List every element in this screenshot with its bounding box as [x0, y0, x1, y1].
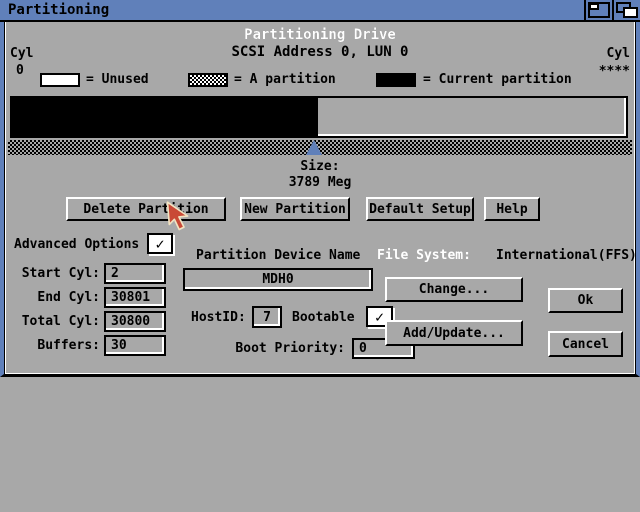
dialog-title-white: Partitioning Drive — [0, 27, 640, 43]
advanced-options-checkmark-icon: ✓ — [155, 235, 164, 253]
advanced-options-checkbox[interactable]: ✓ — [147, 233, 173, 254]
total-cyl-label: Total Cyl: — [0, 314, 100, 329]
buffers-input[interactable]: 30 — [104, 335, 166, 356]
titlebar[interactable]: Partitioning — [0, 0, 640, 22]
mouse-pointer-icon — [166, 201, 196, 234]
cyl-left-label: Cyl — [10, 46, 33, 61]
add-update-button[interactable]: Add/Update... — [385, 320, 523, 346]
advanced-options-label: Advanced Options — [14, 237, 139, 252]
depth-gadget[interactable] — [612, 0, 640, 20]
current-partition-swatch — [376, 73, 416, 87]
device-name-label: Partition Device Name — [196, 248, 360, 263]
hostid-label: HostID: — [191, 310, 246, 325]
depth-icon — [616, 2, 638, 18]
boot-priority-label: Boot Priority: — [160, 341, 345, 356]
cylinder-slider-handle[interactable] — [306, 140, 322, 155]
total-cyl-input[interactable]: 30800 — [104, 311, 166, 332]
file-system-label: File System: — [377, 248, 471, 263]
bootable-checkmark-icon: ✓ — [375, 308, 384, 326]
partition-bar[interactable] — [10, 96, 628, 138]
end-cyl-input[interactable]: 30801 — [104, 287, 166, 308]
cyl-right-label: Cyl — [560, 46, 630, 61]
new-partition-button[interactable]: New Partition — [240, 197, 350, 221]
unused-legend-label: = Unused — [86, 72, 149, 87]
help-button[interactable]: Help — [484, 197, 540, 221]
end-cyl-label: End Cyl: — [0, 290, 100, 305]
device-name-input[interactable]: MDH0 — [183, 268, 373, 291]
partition-swatch — [188, 73, 228, 87]
start-cyl-input[interactable]: 2 — [104, 263, 166, 284]
dialog-subtitle: SCSI Address 0, LUN 0 — [0, 44, 640, 60]
workbench-screen: { "colors": { "titlebar_blue": "#6080ba"… — [0, 0, 640, 512]
delete-partition-button[interactable]: Delete Partition — [66, 197, 226, 221]
size-value: 3789 Meg — [0, 175, 640, 190]
cyl-left-value: 0 — [16, 63, 24, 78]
zoom-icon — [588, 2, 610, 18]
unused-swatch — [40, 73, 80, 87]
default-setup-button[interactable]: Default Setup — [366, 197, 474, 221]
file-system-value: International(FFS) — [496, 248, 637, 263]
ok-button[interactable]: Ok — [548, 288, 623, 313]
bootable-label: Bootable — [292, 310, 355, 325]
current-partition-legend-label: = Current partition — [423, 72, 572, 87]
current-partition-segment[interactable] — [12, 98, 318, 136]
start-cyl-label: Start Cyl: — [0, 266, 100, 281]
titlebar-gadgets — [584, 0, 640, 20]
cancel-button[interactable]: Cancel — [548, 331, 623, 357]
partition-legend-label: = A partition — [234, 72, 336, 87]
buffers-label: Buffers: — [0, 338, 100, 353]
change-button[interactable]: Change... — [385, 277, 523, 302]
zoom-gadget[interactable] — [584, 0, 612, 20]
window-title: Partitioning — [8, 2, 109, 18]
hostid-input[interactable]: 7 — [252, 306, 282, 328]
size-label: Size: — [0, 159, 640, 174]
